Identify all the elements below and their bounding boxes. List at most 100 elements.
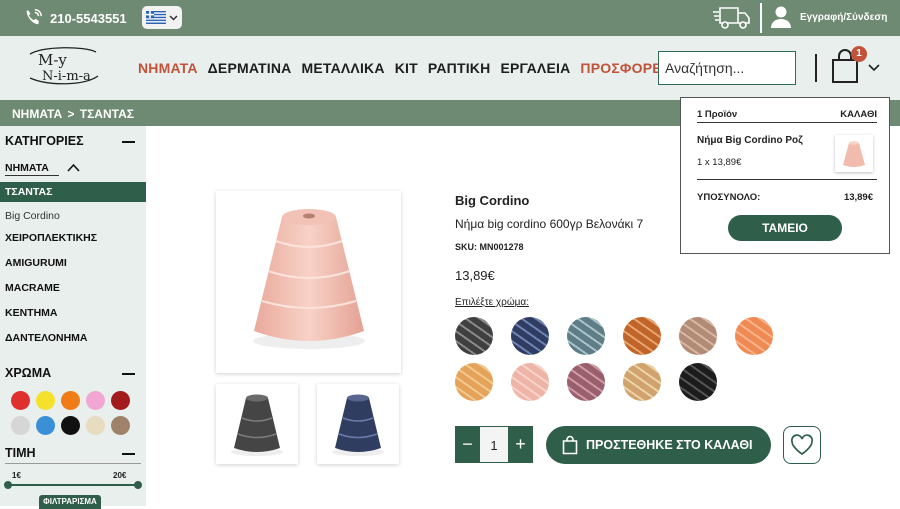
collapse-icon[interactable] (122, 141, 135, 143)
sidebar-item-big-cordino[interactable]: Big Cordino (5, 210, 60, 222)
choose-color-label: Επιλέξτε χρώμα: (455, 297, 529, 308)
quantity-stepper: − 1 + (455, 426, 533, 463)
color-heading: ΧΡΩΜΑ (5, 366, 52, 380)
chevron-down-icon[interactable] (868, 64, 880, 72)
mini-cart-dropdown: 1 Προϊόν ΚΑΛΑΘΙ Νήμα Big Cordino Ροζ 1 x… (680, 97, 890, 254)
mini-cart-link[interactable]: ΚΑΛΑΘΙ (840, 109, 877, 120)
delivery-truck-icon[interactable] (712, 5, 752, 31)
color-option-swatch[interactable] (455, 317, 493, 355)
categories-heading: ΚΑΤΗΓΟΡΙΕΣ (5, 134, 84, 148)
product-title: Big Cordino (455, 193, 530, 208)
chevron-up-icon[interactable] (67, 163, 80, 172)
product-thumbnail[interactable] (317, 384, 399, 464)
user-icon (771, 6, 791, 28)
increase-quantity-button[interactable]: + (508, 426, 533, 463)
product-subtitle: Νήμα big cordino 600γρ Βελονάκι 7 (455, 217, 644, 231)
color-filter-swatch[interactable] (11, 391, 30, 410)
subtotal-value: 13,89€ (843, 192, 873, 203)
collapse-icon[interactable] (122, 453, 135, 455)
mini-cart-count: 1 Προϊόν (697, 109, 738, 120)
color-option-swatch[interactable] (623, 317, 661, 355)
price-slider-max-handle[interactable] (134, 481, 142, 489)
heart-icon (791, 434, 813, 456)
sidebar-item-kentima[interactable]: ΚΕΝΤΗΜΑ (5, 307, 58, 319)
color-option-swatch[interactable] (623, 363, 661, 401)
yarn-cone-dark-image (231, 394, 283, 456)
main-menu: ΝΗΜΑΤΑ ΔΕΡΜΑΤΙΝΑ ΜΕΤΑΛΛΙΚΑ ΚΙΤ ΡΑΠΤΙΚΗ Ε… (138, 60, 670, 76)
collapse-icon[interactable] (122, 373, 135, 375)
menu-item-metallika[interactable]: ΜΕΤΑΛΛΙΚΑ (301, 60, 384, 76)
svg-text:N-i-m-a: N-i-m-a (42, 69, 91, 84)
cart-count-badge: 1 (851, 46, 867, 62)
filter-button[interactable]: ΦΙΛΤΡΑΡΙΣΜΑ (39, 495, 101, 509)
color-filter-swatch[interactable] (11, 416, 30, 435)
sidebar-item-nimata[interactable]: ΝΗΜΑΤΑ (5, 162, 59, 176)
color-filter-swatch[interactable] (111, 416, 130, 435)
product-thumbnail[interactable] (216, 384, 298, 464)
menu-item-raptiki[interactable]: ΡΑΠΤΙΚΗ (428, 60, 491, 76)
add-to-cart-label: ΠΡΟΣΤΕΘΗΚΕ ΣΤΟ ΚΑΛΑΘΙ (586, 438, 753, 452)
quantity-value[interactable]: 1 (480, 426, 508, 463)
mini-cart-item-image[interactable] (835, 135, 873, 172)
color-option-swatch[interactable] (511, 363, 549, 401)
color-option-swatch[interactable] (679, 317, 717, 355)
language-selector[interactable] (142, 6, 182, 29)
color-filter-swatch[interactable] (61, 391, 80, 410)
divider (697, 122, 877, 123)
decrease-quantity-button[interactable]: − (455, 426, 480, 463)
my-nima-logo[interactable]: M-y N-i-m-a (24, 44, 102, 88)
color-filter-swatch[interactable] (86, 416, 105, 435)
search-input[interactable]: Αναζήτηση... (658, 51, 796, 85)
color-option-swatch[interactable] (511, 317, 549, 355)
sidebar-item-cheiroplektikis[interactable]: ΧΕΙΡΟΠΛΕΚΤΙΚΗΣ (5, 232, 97, 244)
greek-flag-icon (146, 11, 166, 24)
main-navbar: M-y N-i-m-a ΝΗΜΑΤΑ ΔΕΡΜΑΤΙΝΑ ΜΕΤΑΛΛΙΚΑ Κ… (0, 36, 900, 100)
price-heading: ΤΙΜΗ (5, 446, 36, 460)
add-to-cart-button[interactable]: ΠΡΟΣΤΕΘΗΚΕ ΣΤΟ ΚΑΛΑΘΙ (546, 426, 771, 464)
top-bar: 210-5543551 Εγγραφή/Σύνδεση (0, 0, 900, 36)
color-filter-swatch[interactable] (86, 391, 105, 410)
divider (697, 179, 877, 180)
price-slider-min-handle[interactable] (4, 481, 12, 489)
color-filter-swatch[interactable] (36, 416, 55, 435)
price-slider[interactable] (7, 484, 139, 486)
phone-icon (26, 9, 42, 25)
menu-item-kit[interactable]: ΚΙΤ (395, 60, 418, 76)
sidebar-item-amigurumi[interactable]: AMIGURUMI (5, 257, 67, 269)
product-main-image[interactable] (216, 191, 401, 373)
yarn-cone-image (843, 141, 865, 167)
phone-contact[interactable]: 210-5543551 (22, 7, 127, 29)
login-label: Εγγραφή/Σύνδεση (800, 11, 888, 23)
checkout-button[interactable]: ΤΑΜΕΙΟ (728, 215, 842, 241)
color-option-swatch[interactable] (735, 317, 773, 355)
sidebar: ΚΑΤΗΓΟΡΙΕΣ ΝΗΜΑΤΑ ΤΣΑΝΤΑΣ Big Cordino ΧΕ… (0, 126, 146, 509)
chevron-down-icon (169, 14, 178, 21)
color-option-swatch[interactable] (567, 363, 605, 401)
sidebar-item-tsantas[interactable]: ΤΣΑΝΤΑΣ (0, 182, 146, 202)
login-link[interactable]: Εγγραφή/Σύνδεση (770, 5, 887, 29)
wishlist-button[interactable] (783, 426, 821, 464)
mini-cart-item-name[interactable]: Νήμα Big Cordino Ροζ (697, 135, 803, 146)
phone-number: 210-5543551 (50, 10, 127, 26)
svg-text:M-y: M-y (38, 51, 67, 69)
divider (815, 54, 817, 82)
price-min: 1€ (12, 471, 21, 480)
mini-cart-item-qty: 1 x 13,89€ (697, 157, 742, 168)
price-max: 20€ (113, 471, 127, 480)
product-sku: SKU: MN001278 (455, 242, 524, 252)
color-option-swatch[interactable] (567, 317, 605, 355)
menu-item-nimata[interactable]: ΝΗΜΑΤΑ (138, 60, 198, 76)
color-filter-swatch[interactable] (111, 391, 130, 410)
sidebar-item-macrame[interactable]: MACRAME (5, 282, 60, 294)
color-option-swatch[interactable] (455, 363, 493, 401)
color-filter-swatch[interactable] (36, 391, 55, 410)
menu-item-dermatina[interactable]: ΔΕΡΜΑΤΙΝΑ (208, 60, 292, 76)
subtotal-label: ΥΠΟΣΥΝΟΛΟ: (697, 192, 761, 203)
color-option-swatch[interactable] (679, 363, 717, 401)
menu-item-prosfores[interactable]: ΠΡΟΣΦΟΡΕΣ (580, 60, 670, 76)
product-price: 13,89€ (455, 268, 495, 283)
sidebar-item-dantelonima[interactable]: ΔΑΝΤΕΛΟΝΗΜΑ (5, 332, 88, 344)
yarn-cone-image (253, 209, 365, 349)
menu-item-ergaleia[interactable]: ΕΡΓΑΛΕΙΑ (500, 60, 570, 76)
color-filter-swatch[interactable] (61, 416, 80, 435)
